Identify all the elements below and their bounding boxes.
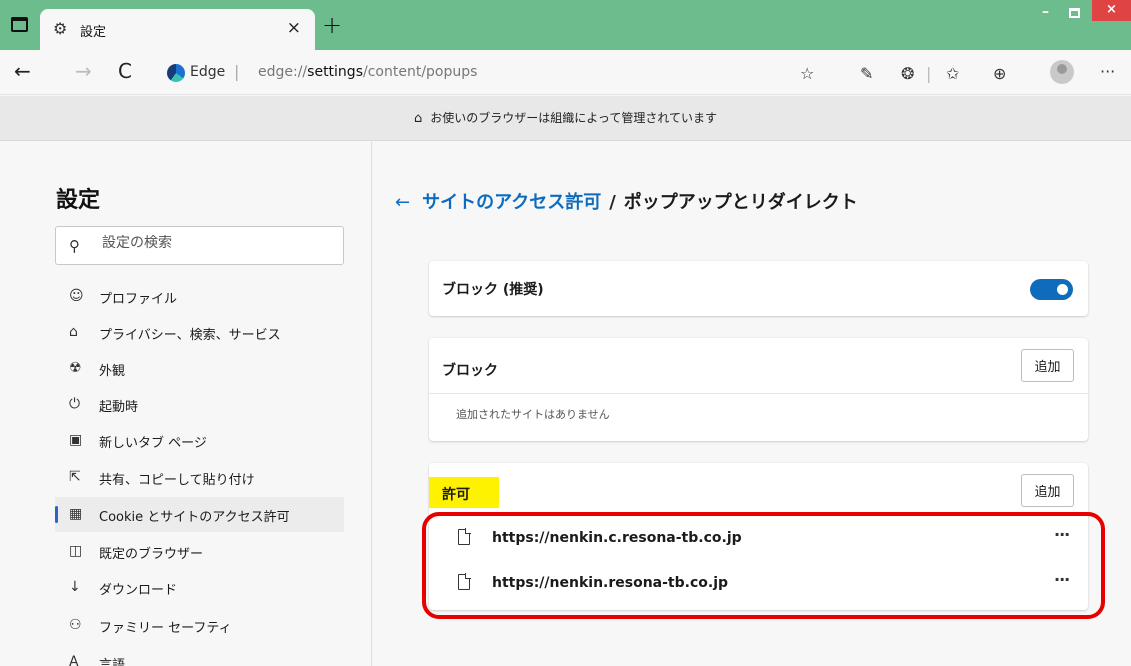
breadcrumb-separator: / xyxy=(609,192,616,213)
share-icon: ⇱ xyxy=(69,469,81,485)
browser-icon: ◫ xyxy=(69,543,83,559)
sidebar-item-privacy[interactable]: ⌂ プライバシー、検索、サービス xyxy=(55,315,344,350)
new-tab-button[interactable]: + xyxy=(322,13,342,37)
sidebar-item-cookies[interactable]: ▦ Cookie とサイトのアクセス許可 xyxy=(55,497,344,532)
back-arrow-icon[interactable]: ← xyxy=(395,192,410,213)
toolbar-divider: | xyxy=(926,64,932,83)
sidebar-item-label: プロファイル xyxy=(99,292,178,307)
block-recommended-toggle[interactable] xyxy=(1030,279,1073,300)
profile-avatar[interactable] xyxy=(1050,60,1074,84)
divider xyxy=(429,393,1088,394)
briefcase-icon: ⌂ xyxy=(414,111,423,126)
power-icon: ⏻ xyxy=(69,396,81,412)
minimize-button[interactable]: – xyxy=(1042,4,1049,20)
extension-icon[interactable]: ✎ xyxy=(860,64,873,83)
sidebar-item-label: 外観 xyxy=(99,364,126,379)
sidebar-item-label: 言語 xyxy=(99,658,126,666)
back-button[interactable]: ← xyxy=(14,59,31,83)
block-list-card: ブロック 追加 追加されたサイトはありません xyxy=(429,338,1088,441)
block-recommended-card: ブロック (推奨) xyxy=(429,261,1088,316)
sidebar-item-downloads[interactable]: ↓ ダウンロード xyxy=(55,570,344,605)
sidebar-item-default-browser[interactable]: ◫ 既定のブラウザー xyxy=(55,534,344,569)
block-recommended-label: ブロック (推奨) xyxy=(442,282,544,298)
sidebar-item-label: ファミリー セーフティ xyxy=(99,621,232,636)
sidebar-item-new-tab[interactable]: ▣ 新しいタブ ページ xyxy=(55,423,344,458)
sidebar-item-label: ダウンロード xyxy=(99,583,178,598)
puzzle-icon[interactable]: ❂ xyxy=(901,64,914,83)
breadcrumb-parent-link[interactable]: サイトのアクセス許可 xyxy=(422,192,601,213)
page-title: ← サイトのアクセス許可 / ポップアップとリダイレクト xyxy=(395,188,858,214)
address-url[interactable]: edge://settings/content/popups xyxy=(258,64,477,80)
allow-add-button[interactable]: 追加 xyxy=(1021,474,1074,507)
search-box[interactable]: ⚲ xyxy=(55,226,344,265)
forward-button[interactable]: → xyxy=(75,59,92,83)
palette-icon: ☢ xyxy=(69,360,82,376)
settings-more-button[interactable]: ··· xyxy=(1100,62,1115,81)
sidebar-item-startup[interactable]: ⏻ 起動時 xyxy=(55,387,344,422)
tab-close-icon[interactable]: × xyxy=(287,18,301,38)
empty-message: 追加されたサイトはありません xyxy=(456,408,610,421)
sidebar-item-label: Cookie とサイトのアクセス許可 xyxy=(99,510,290,525)
search-icon: ⚲ xyxy=(69,237,80,255)
sidebar-item-profiles[interactable]: ☺ プロファイル xyxy=(55,279,344,314)
profile-icon: ☺ xyxy=(69,288,84,304)
sidebar-item-share[interactable]: ⇱ 共有、コピーして貼り付け xyxy=(55,460,344,495)
banner-text: お使いのブラウザーは組織によって管理されています xyxy=(430,111,717,125)
address-brand: Edge xyxy=(190,64,226,80)
block-list-title: ブロック xyxy=(442,363,498,379)
language-icon: A xyxy=(69,654,79,666)
close-window-button[interactable]: × xyxy=(1092,0,1131,21)
edge-logo-icon xyxy=(167,64,185,82)
address-bar[interactable]: Edge | edge://settings/content/popups xyxy=(160,56,830,89)
sidebar-title: 設定 xyxy=(56,188,101,213)
breadcrumb-current: ポップアップとリダイレクト xyxy=(623,192,858,213)
block-add-button[interactable]: 追加 xyxy=(1021,349,1074,382)
sidebar-item-label: 共有、コピーして貼り付け xyxy=(99,473,255,488)
refresh-button[interactable]: C xyxy=(118,59,132,83)
lock-icon: ⌂ xyxy=(69,324,78,340)
annotation-red-box xyxy=(422,512,1105,619)
family-icon: ⚇ xyxy=(69,617,82,633)
read-aloud-icon[interactable]: ☆ xyxy=(800,64,814,83)
tab-settings[interactable]: ⚙ 設定 × xyxy=(40,9,315,50)
download-icon: ↓ xyxy=(69,579,81,595)
settings-sidebar: 設定 ⚲ ☺ プロファイル ⌂ プライバシー、検索、サービス ☢ 外観 ⏻ 起動… xyxy=(0,142,372,666)
sidebar-item-appearance[interactable]: ☢ 外観 xyxy=(55,351,344,386)
new-tab-icon: ▣ xyxy=(69,432,83,448)
sidebar-item-label: 既定のブラウザー xyxy=(99,547,204,562)
window-menu-icon[interactable] xyxy=(11,17,28,32)
browser-toolbar: ← → C Edge | edge://settings/content/pop… xyxy=(0,50,1131,95)
search-input[interactable] xyxy=(102,235,322,251)
sidebar-item-languages[interactable]: A 言語 xyxy=(55,645,344,666)
sidebar-item-label: プライバシー、検索、サービス xyxy=(99,328,281,343)
managed-banner: ⌂ お使いのブラウザーは組織によって管理されています xyxy=(0,96,1131,141)
favorites-icon[interactable]: ✩ xyxy=(946,64,959,83)
title-bar: ⚙ 設定 × + – × xyxy=(0,0,1131,50)
allow-list-title: 許可 xyxy=(442,487,470,503)
maximize-button[interactable] xyxy=(1069,8,1080,18)
address-separator: | xyxy=(234,62,240,81)
gear-icon: ⚙ xyxy=(53,19,68,38)
collections-icon[interactable]: ⊕ xyxy=(993,64,1006,83)
sidebar-item-label: 新しいタブ ページ xyxy=(99,436,207,451)
sidebar-item-label: 起動時 xyxy=(99,400,139,415)
sidebar-item-family[interactable]: ⚇ ファミリー セーフティ xyxy=(55,608,344,643)
active-indicator xyxy=(55,506,58,523)
cookie-icon: ▦ xyxy=(69,506,83,522)
tab-title: 設定 xyxy=(80,25,107,40)
